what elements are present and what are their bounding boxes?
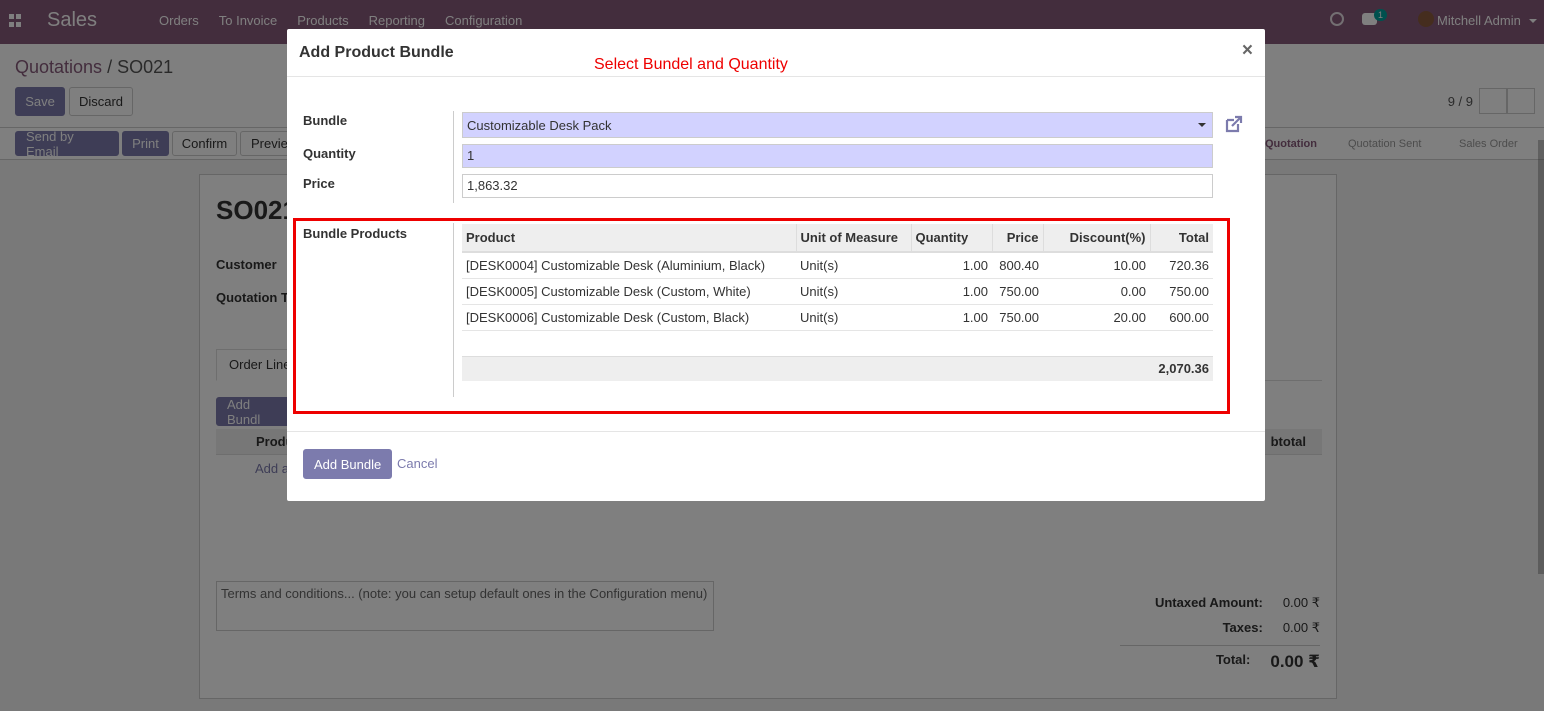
scrollbar[interactable] <box>1538 140 1544 574</box>
add-product-bundle-dialog: Add Product Bundle Select Bundel and Qua… <box>287 29 1265 501</box>
close-icon[interactable]: × <box>1242 40 1253 62</box>
chevron-down-icon <box>1198 123 1206 127</box>
quantity-input[interactable]: 1 <box>462 144 1213 168</box>
bundle-select[interactable]: Customizable Desk Pack <box>462 112 1213 138</box>
modal-footer: Add Bundle Cancel <box>287 431 1265 501</box>
quantity-label: Quantity <box>303 146 356 161</box>
add-bundle-button[interactable]: Add Bundle <box>303 449 393 479</box>
modal-header: Add Product Bundle Select Bundel and Qua… <box>287 29 1265 77</box>
external-link-icon[interactable] <box>1224 114 1244 134</box>
price-input[interactable]: 1,863.32 <box>462 174 1213 198</box>
annotation-highlight-box <box>293 218 1230 414</box>
field-divider <box>453 111 454 203</box>
cancel-button[interactable]: Cancel <box>397 456 437 471</box>
modal-title: Add Product Bundle <box>299 44 454 61</box>
bundle-select-value: Customizable Desk Pack <box>467 118 612 133</box>
annotation-text: Select Bundel and Quantity <box>594 56 788 73</box>
bundle-label: Bundle <box>303 113 348 128</box>
price-label: Price <box>303 176 335 191</box>
